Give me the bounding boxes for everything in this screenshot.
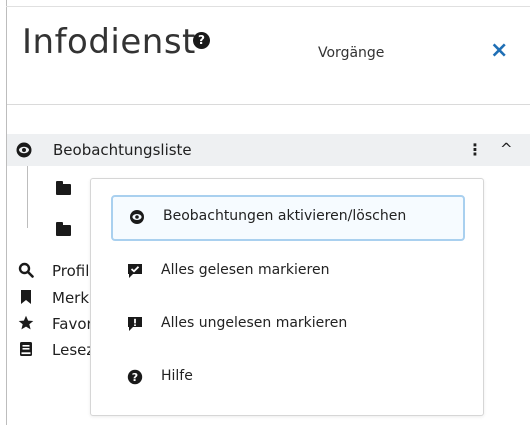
menu-item-mark-unread[interactable]: Alles ungelesen markieren	[111, 304, 463, 344]
message-check-icon	[128, 264, 142, 278]
eye-icon	[130, 210, 144, 224]
svg-text:?: ?	[132, 371, 138, 384]
header-divider	[7, 104, 530, 105]
menu-item-label: Beobachtungen aktivieren/löschen	[163, 208, 407, 224]
close-icon[interactable]: ×	[490, 38, 508, 63]
menu-item-help[interactable]: ? Hilfe	[111, 357, 463, 397]
panel-header: Infodienst ? Vorgänge ×	[0, 0, 530, 104]
menu-item-label: Hilfe	[161, 368, 193, 384]
chevron-up-icon[interactable]: ^	[500, 140, 513, 158]
side-item-label: Lesezeichen	[52, 341, 90, 359]
tree-connector-line	[27, 166, 28, 228]
eye-icon	[16, 142, 32, 158]
watchlist-label: Beobachtungsliste	[53, 141, 192, 159]
panel-title: Infodienst	[22, 22, 196, 62]
help-icon[interactable]: ?	[193, 32, 210, 49]
folder-icon[interactable]	[56, 181, 71, 195]
side-item-label: Profile	[52, 262, 90, 280]
menu-item-toggle-watch[interactable]: Beobachtungen aktivieren/löschen	[111, 195, 465, 241]
search-magnifier-icon	[18, 262, 34, 278]
book-icon	[20, 342, 32, 356]
menu-item-label: Alles ungelesen markieren	[161, 315, 348, 331]
kebab-menu-icon[interactable]: ⋮	[467, 140, 483, 159]
message-exclamation-icon	[128, 317, 142, 331]
bookmark-icon	[21, 290, 31, 304]
menu-item-label: Alles gelesen markieren	[161, 262, 330, 278]
menu-item-mark-read[interactable]: Alles gelesen markieren	[111, 251, 463, 291]
watchlist-row[interactable]: Beobachtungsliste ⋮ ^	[7, 134, 530, 166]
folder-icon[interactable]	[56, 222, 71, 236]
side-item-label: Favoriten	[52, 315, 90, 333]
help-circle-icon: ?	[127, 369, 143, 385]
context-menu: Beobachtungen aktivieren/löschen Alles g…	[90, 178, 484, 416]
tab-vorgaenge[interactable]: Vorgänge	[318, 45, 384, 61]
side-item-label: Merkliste	[52, 289, 90, 307]
star-icon	[18, 315, 34, 330]
